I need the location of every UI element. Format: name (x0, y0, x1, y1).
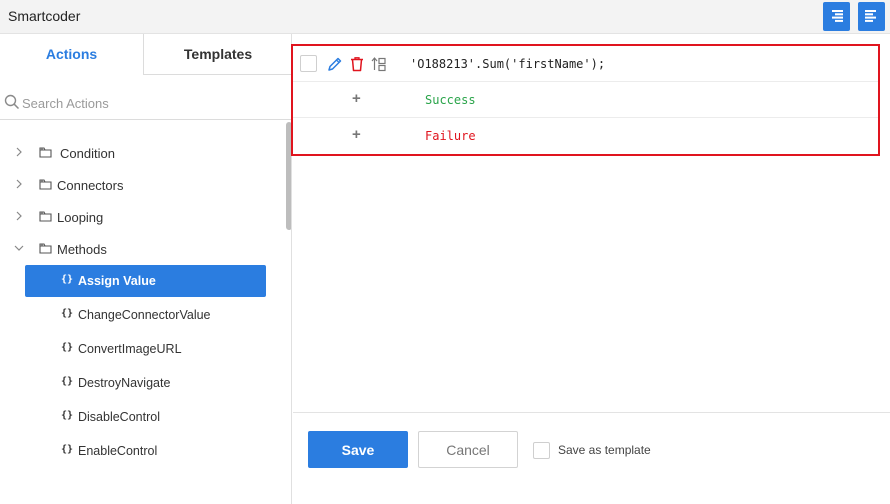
method-item-convert-image-url[interactable]: {} ConvertImageURL (25, 333, 266, 365)
method-item-assign-value[interactable]: {} Assign Value (25, 265, 266, 297)
align-left-icon (865, 10, 876, 22)
tab-actions[interactable]: Actions (0, 34, 143, 75)
chevron-down-icon (14, 245, 24, 251)
braces-icon: {} (61, 444, 74, 455)
code-row-statement: 'O188213'.Sum('firstName'); (293, 46, 878, 82)
code-row-success: + Success (293, 82, 878, 118)
panel-tabs: Actions Templates (0, 34, 291, 75)
actions-tree: Condition Connectors Looping Methods {} … (0, 121, 291, 504)
editor-panel: 'O188213'.Sum('firstName'); + Success + … (291, 34, 890, 504)
tree-folder-looping[interactable]: Looping (0, 201, 284, 233)
success-branch-label[interactable]: Success (425, 93, 476, 107)
search-input[interactable] (22, 93, 272, 113)
search-bar (0, 86, 291, 120)
add-success-button[interactable]: + (352, 90, 361, 107)
align-right-button[interactable] (823, 2, 850, 31)
code-row-failure: + Failure (293, 118, 878, 154)
chevron-right-icon (16, 179, 22, 189)
method-label: DisableControl (78, 410, 160, 424)
chevron-right-icon (16, 211, 22, 221)
tab-templates[interactable]: Templates (143, 34, 291, 75)
save-as-template-checkbox[interactable] (533, 442, 550, 459)
tree-folder-label: Looping (57, 210, 104, 225)
method-item-change-connector-value[interactable]: {} ChangeConnectorValue (25, 299, 266, 331)
cancel-button[interactable]: Cancel (418, 431, 518, 468)
save-button[interactable]: Save (308, 431, 408, 468)
braces-icon: {} (61, 308, 74, 319)
align-left-button[interactable] (858, 2, 885, 31)
search-icon (4, 94, 20, 110)
braces-icon: {} (61, 376, 74, 387)
method-label: EnableControl (78, 444, 158, 458)
add-failure-button[interactable]: + (352, 126, 361, 143)
braces-icon: {} (61, 342, 74, 353)
braces-icon: {} (61, 274, 74, 285)
move-reorder-icon[interactable] (371, 56, 387, 72)
method-label: DestroyNavigate (78, 376, 171, 390)
folder-icon (39, 147, 52, 158)
row-select-checkbox[interactable] (300, 55, 317, 72)
editor-footer: Save Cancel Save as template (293, 412, 890, 504)
tree-folder-label: Methods (57, 242, 107, 257)
app-header: Smartcoder (0, 0, 890, 34)
code-block-highlighted: 'O188213'.Sum('firstName'); + Success + … (291, 44, 880, 156)
app-title: Smartcoder (8, 8, 81, 24)
delete-trash-icon[interactable] (349, 56, 365, 72)
method-item-disable-control[interactable]: {} DisableControl (25, 401, 266, 433)
tree-folder-label: Connectors (57, 178, 124, 193)
edit-pencil-icon[interactable] (327, 56, 343, 72)
tree-folder-label: Condition (60, 146, 115, 161)
tree-folder-connectors[interactable]: Connectors (0, 169, 284, 201)
method-label: ChangeConnectorValue (78, 308, 211, 322)
align-right-icon (832, 10, 843, 22)
method-label: ConvertImageURL (78, 342, 182, 356)
tree-folder-methods[interactable]: Methods (0, 233, 284, 265)
method-item-destroy-navigate[interactable]: {} DestroyNavigate (25, 367, 266, 399)
folder-icon (39, 211, 52, 222)
chevron-right-icon (16, 147, 22, 157)
code-statement[interactable]: 'O188213'.Sum('firstName'); (410, 57, 605, 71)
folder-icon (39, 179, 52, 190)
folder-icon (39, 243, 52, 254)
tree-folder-condition[interactable]: Condition (0, 137, 284, 169)
save-as-template-label: Save as template (558, 443, 651, 457)
failure-branch-label[interactable]: Failure (425, 129, 476, 143)
method-item-enable-control[interactable]: {} EnableControl (25, 435, 266, 467)
method-label: Assign Value (78, 274, 156, 288)
actions-panel: Actions Templates Condition Connectors L… (0, 34, 292, 504)
braces-icon: {} (61, 410, 74, 421)
